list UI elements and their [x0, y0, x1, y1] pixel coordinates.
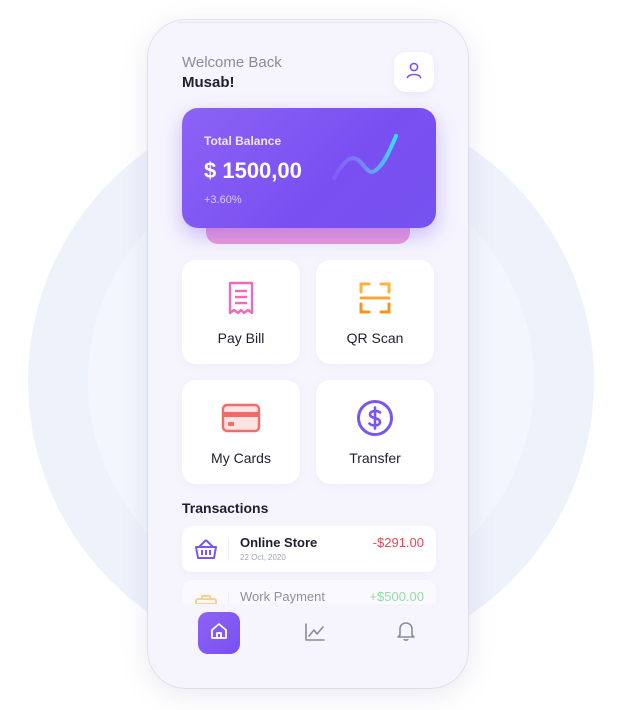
transactions-title: Transactions	[182, 500, 269, 516]
nav-home-button[interactable]	[198, 612, 240, 654]
phone-top-edge	[178, 22, 438, 23]
my-cards-label: My Cards	[211, 450, 271, 466]
bell-icon[interactable]	[396, 620, 416, 647]
balance-card[interactable]: Total Balance $ 1500,00 +3.60%	[182, 108, 436, 228]
profile-button[interactable]	[394, 52, 434, 92]
chart-icon[interactable]	[304, 622, 326, 647]
balance-label: Total Balance	[204, 134, 282, 148]
transaction-divider	[228, 538, 229, 560]
phone-frame: Welcome Back Musab! Total Balance $ 1500…	[148, 20, 468, 688]
qr-scan-label: QR Scan	[346, 330, 404, 346]
username: Musab!	[182, 74, 235, 91]
transfer-label: Transfer	[349, 450, 401, 466]
transaction-amount: -$291.00	[372, 535, 424, 550]
qr-scan-icon	[358, 280, 392, 316]
qr-scan-tile[interactable]: QR Scan	[316, 260, 434, 364]
balance-change: +3.60%	[204, 194, 242, 206]
welcome-text: Welcome Back	[182, 54, 282, 71]
transaction-name: Online Store	[240, 535, 318, 550]
my-cards-tile[interactable]: My Cards	[182, 380, 300, 484]
transaction-date: 22 Oct, 2020	[240, 553, 286, 562]
dollar-circle-icon	[356, 400, 394, 436]
receipt-icon	[227, 280, 255, 316]
trend-wave-icon	[330, 130, 402, 191]
credit-card-icon	[221, 400, 261, 436]
home-icon	[209, 621, 229, 646]
pay-bill-label: Pay Bill	[217, 330, 265, 346]
transaction-name: Work Payment	[240, 589, 326, 604]
balance-amount: $ 1500,00	[204, 158, 302, 183]
bottom-nav	[148, 604, 468, 688]
basket-icon	[194, 538, 218, 565]
transfer-tile[interactable]: Transfer	[316, 380, 434, 484]
transaction-amount: +$500.00	[369, 589, 424, 604]
user-icon	[405, 61, 423, 84]
transaction-row[interactable]: Online Store 22 Oct, 2020 -$291.00	[182, 526, 436, 572]
pay-bill-tile[interactable]: Pay Bill	[182, 260, 300, 364]
